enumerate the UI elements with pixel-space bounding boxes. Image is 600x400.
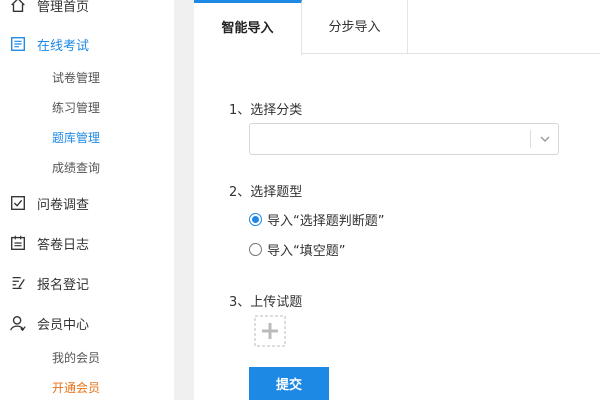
sidebar-item-label: 会员中心 [37, 317, 90, 333]
sidebar-item-label: 在线考试 [37, 38, 90, 54]
sidebar-item-survey[interactable]: 问卷调查 [0, 188, 174, 218]
tab-smart-import[interactable]: 智能导入 [194, 0, 302, 55]
radio-option-fill-blank[interactable]: 导入“填空题” [249, 239, 345, 259]
sidebar-subitem-score-query[interactable]: 成绩查询 [52, 157, 100, 179]
sidebar-subitem-practice-manage[interactable]: 练习管理 [52, 97, 100, 119]
submit-button[interactable]: 提交 [249, 367, 329, 400]
exam-icon [8, 34, 28, 54]
sidebar-subitem-question-bank[interactable]: 题库管理 [52, 127, 100, 149]
step1-label: 1、选择分类 [229, 103, 303, 118]
tab-bar: 智能导入 分步导入 [194, 0, 600, 55]
survey-icon [8, 193, 28, 213]
sidebar-subitem-open-membership[interactable]: 开通会员 [52, 377, 100, 399]
sidebar-subitem-my-members[interactable]: 我的会员 [52, 347, 100, 369]
radio-option-label: 导入“选择题判断题” [267, 213, 385, 229]
radio-option-label: 导入“填空题” [267, 243, 346, 259]
sidebar-item-member-center[interactable]: 会员中心 [0, 308, 174, 338]
sidebar-item-label: 报名登记 [37, 277, 90, 293]
radio-unchecked-icon[interactable] [249, 242, 262, 256]
layout-gutter [174, 0, 194, 400]
log-icon [8, 233, 28, 253]
category-select[interactable] [249, 123, 559, 155]
step2-label: 2、选择题型 [229, 185, 303, 200]
sidebar-subitem-paper-manage[interactable]: 试卷管理 [52, 67, 100, 89]
step3-label: 3、上传试题 [229, 295, 303, 310]
sidebar-item-online-exam[interactable]: 在线考试 [0, 29, 174, 59]
sidebar-item-home[interactable]: 管理首页 [0, 0, 174, 20]
chevron-down-icon [540, 136, 550, 142]
sidebar-item-answer-log[interactable]: 答卷日志 [0, 228, 174, 258]
tab-step-import[interactable]: 分步导入 [302, 0, 408, 54]
sidebar: 管理首页 在线考试 试卷管理 练习管理 题库管理 成绩查询 问卷调查 答卷日志 … [0, 0, 174, 400]
sidebar-item-registration[interactable]: 报名登记 [0, 268, 174, 298]
user-icon [8, 313, 28, 333]
radio-option-choice-judge[interactable]: 导入“选择题判断题” [249, 209, 384, 229]
sidebar-item-label: 问卷调查 [37, 197, 90, 213]
upload-plus-icon[interactable] [254, 315, 286, 347]
signup-icon [8, 273, 28, 293]
sidebar-item-label: 管理首页 [37, 0, 90, 15]
select-divider [530, 130, 531, 148]
import-panel: 智能导入 分步导入 1、选择分类 2、选择题型 导入“选择题判断题” 导入“填空… [194, 0, 600, 400]
home-icon [8, 0, 28, 15]
sidebar-item-label: 答卷日志 [37, 237, 90, 253]
radio-checked-icon[interactable] [249, 212, 262, 226]
